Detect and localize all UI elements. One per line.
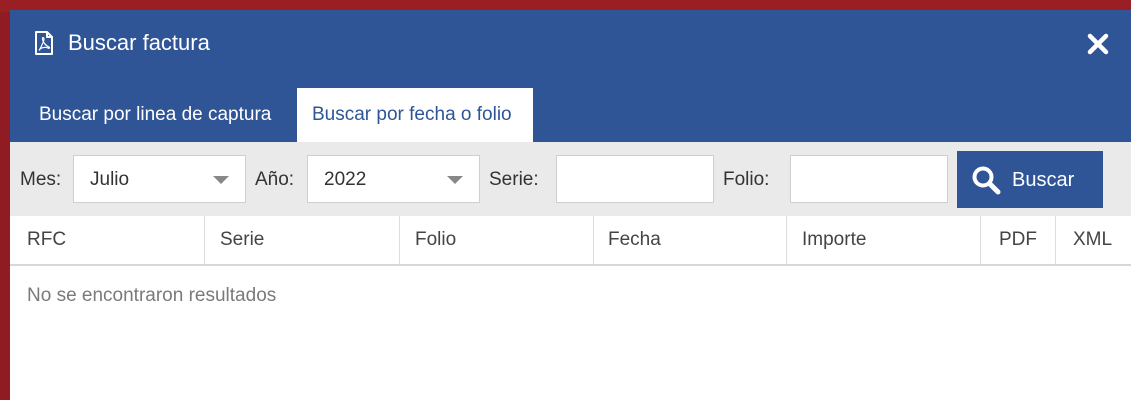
year-select-value: 2022 [324,169,367,190]
column-header-rfc[interactable]: RFC [10,216,205,264]
filter-bar: Mes: Julio Año: 2022 Serie: Folio: Busca… [10,142,1131,216]
column-header-xml[interactable]: XML [1056,216,1131,264]
column-header-folio[interactable]: Folio [400,216,594,264]
search-button[interactable]: Buscar [957,151,1103,208]
column-header-fecha[interactable]: Fecha [594,216,787,264]
chevron-down-icon [447,176,463,184]
folio-input[interactable] [790,155,948,203]
column-header-serie[interactable]: Serie [205,216,400,264]
column-header-importe[interactable]: Importe [787,216,981,264]
tab-date-folio[interactable]: Buscar por fecha o folio [297,88,533,142]
serie-input[interactable] [556,155,714,203]
search-icon [972,166,1001,195]
year-label: Año: [255,169,295,190]
month-select-value: Julio [90,169,130,190]
search-invoice-dialog: Buscar factura Buscar por linea de captu… [10,10,1131,400]
search-button-label: Buscar [1012,169,1075,191]
serie-label: Serie: [489,169,539,190]
close-icon[interactable] [1086,32,1110,56]
results-table-header: RFC Serie Folio Fecha Importe PDF XML [10,216,1131,266]
month-select[interactable]: Julio [73,155,246,203]
column-header-pdf[interactable]: PDF [981,216,1056,264]
pdf-file-icon [35,31,53,55]
year-select[interactable]: 2022 [307,155,480,203]
tab-bar: Buscar por linea de captura Buscar por f… [10,88,1131,142]
folio-label: Folio: [723,169,770,190]
dialog-title: Buscar factura [68,30,210,55]
tab-capture-line[interactable]: Buscar por linea de captura [24,88,286,142]
dialog-header: Buscar factura [10,10,1131,88]
empty-results-message: No se encontraron resultados [27,285,277,306]
month-label: Mes: [20,169,62,190]
chevron-down-icon [213,176,229,184]
